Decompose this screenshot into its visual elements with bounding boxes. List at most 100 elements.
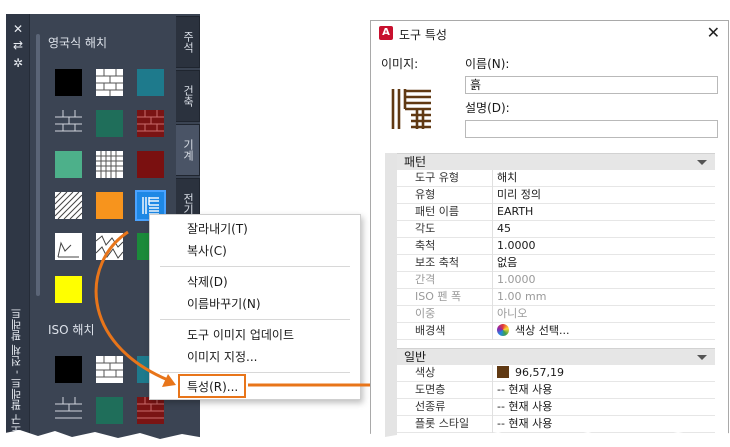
iso-hatch-tool-solid-black[interactable] [55,356,82,383]
property-value: -- 현재 사용 [497,400,553,413]
property-value: 없음 [497,256,518,269]
column-divider [492,170,493,187]
menu-item-update-tool-image[interactable]: 도구 이미지 업데이트 [187,326,294,344]
hatch-tool-solid-green[interactable] [96,110,123,137]
property-grid: 패턴 도구 유형 해치 유형 미리 정의 패턴 이름 EARTH 각도 45 축척 1.0… [385,153,715,439]
name-field[interactable]: 흙 [465,76,718,94]
chevron-down-icon [697,160,707,165]
property-key: 배경색 [415,324,446,337]
section-label-iso-hatch: ISO 해치 [48,323,95,337]
section-header-label: 패턴 [404,155,427,169]
context-menu: 잘라내기(T) 복사(C) 삭제(D) 이름바꾸기(N) 도구 이미지 업데이트… [149,214,361,400]
description-label: 설명(D): [465,101,510,115]
menu-item-rename[interactable]: 이름바꾸기(N) [187,295,261,313]
menu-item-cut[interactable]: 잘라내기(T) [187,220,248,238]
property-key: 보조 축척 [415,256,459,269]
tool-image-preview[interactable] [385,83,437,135]
hatch-tool-grid-white[interactable] [96,151,123,178]
section-header-pattern[interactable]: 패턴 [397,153,715,170]
property-row-pattern-name[interactable]: 패턴 이름 EARTH [397,204,715,221]
property-value: 1.0000 [497,273,536,286]
property-row-scale[interactable]: 축척 1.0000 [397,238,715,255]
torn-edge [0,430,730,447]
hatch-tool-solid-yellow[interactable] [55,276,82,303]
color-swatch [497,366,509,378]
close-icon[interactable]: ✕ [707,23,720,43]
tab-architecture[interactable]: 건축 [176,70,200,122]
tab-annotation[interactable]: 주석 [176,16,200,68]
property-key: 패턴 이름 [415,205,459,218]
column-divider [492,289,493,306]
property-value: 1.00 mm [497,290,547,303]
hatch-tool-solid-mint[interactable] [55,151,82,178]
property-row-angle[interactable]: 각도 45 [397,221,715,238]
iso-hatch-tool-brick-dark[interactable] [55,397,82,424]
palette-title: 도구 팔레트 - 전체 팔레트 [10,308,23,436]
property-key: 이중 [415,307,436,320]
menu-item-delete[interactable]: 삭제(D) [187,273,228,291]
iso-hatch-tool-brick-red[interactable] [137,397,164,424]
column-divider [492,221,493,238]
tab-mechanical[interactable]: 기계 [176,124,200,176]
property-row-aux-scale[interactable]: 보조 축척 없음 [397,255,715,272]
iso-hatch-tool-brick-white[interactable] [96,356,123,383]
property-key: ISO 펜 폭 [415,290,462,303]
property-row-spacing: 간격 1.0000 [397,272,715,289]
menu-item-specify-image[interactable]: 이미지 지정... [187,348,257,366]
hatch-tool-brick-red[interactable] [137,110,164,137]
column-divider [492,306,493,323]
tool-properties-dialog: A 도구 특성 ✕ 이미지: 이름(N): 흙 설명(D): 패턴 도구 유형 해… [370,20,729,440]
palette-title-strip: ✕ ⇄ ✲ 도구 팔레트 - 전체 팔레트 [6,14,30,439]
hatch-tool-brick-dark[interactable] [55,110,82,137]
property-key: 각도 [415,222,436,235]
column-divider [492,382,493,399]
menu-separator [160,372,350,373]
settings-icon[interactable]: ✲ [11,56,25,70]
column-divider [492,323,493,340]
close-icon[interactable]: ✕ [11,22,25,36]
chevron-down-icon [697,355,707,360]
property-row-layer[interactable]: 도면층 -- 현재 사용 [397,382,715,399]
property-row-type[interactable]: 유형 미리 정의 [397,187,715,204]
description-field[interactable] [465,120,718,138]
hatch-tool-solid-maroon[interactable] [137,151,164,178]
property-value: 45 [497,222,511,235]
column-divider [492,238,493,255]
menu-item-copy[interactable]: 복사(C) [187,242,227,260]
menu-separator [160,319,350,320]
column-divider [492,255,493,272]
autocad-icon: A [379,26,393,40]
screenshot: ✕ ⇄ ✲ 도구 팔레트 - 전체 팔레트 영국식 해치 ISO 해치 주석 건… [0,0,730,447]
palette-scrollbar[interactable] [36,34,40,296]
property-value: EARTH [497,205,534,218]
property-row-color[interactable]: 색상 96,57,19 [397,365,715,382]
property-row-double: 이중 아니오 [397,306,715,323]
column-divider [492,399,493,416]
property-row-tool-type[interactable]: 도구 유형 해치 [397,170,715,187]
property-key: 간격 [415,273,436,286]
property-value: 미리 정의 [497,188,541,201]
hatch-tool-brick-white[interactable] [96,69,123,96]
hatch-tool-solid-orange[interactable] [96,192,123,219]
property-key: 유형 [415,188,436,201]
color-wheel-icon [497,324,509,336]
property-key: 도구 유형 [415,171,459,184]
property-row-linetype[interactable]: 선종류 -- 현재 사용 [397,399,715,416]
hatch-tool-diagonal[interactable] [55,192,82,219]
hatch-tool-solid-black[interactable] [55,69,82,96]
section-label-british-hatch: 영국식 해치 [48,36,108,50]
property-value-text: 96,57,19 [515,366,564,379]
hatch-tool-zigzag[interactable] [96,233,123,260]
dialog-titlebar: A 도구 특성 ✕ [371,21,728,45]
section-header-general[interactable]: 일반 [397,348,715,365]
property-value: 96,57,19 [497,365,564,381]
property-key: 선종류 [415,400,446,413]
property-value: 색상 선택... [497,323,569,339]
hatch-tool-sketch[interactable] [55,233,82,260]
property-row-background-color[interactable]: 배경색 색상 선택... [397,323,715,340]
menu-icon[interactable]: ⇄ [11,38,25,52]
property-value: -- 현재 사용 [497,383,553,396]
iso-hatch-tool-solid-green[interactable] [96,397,123,424]
menu-separator [160,266,350,267]
hatch-tool-solid-teal[interactable] [137,69,164,96]
